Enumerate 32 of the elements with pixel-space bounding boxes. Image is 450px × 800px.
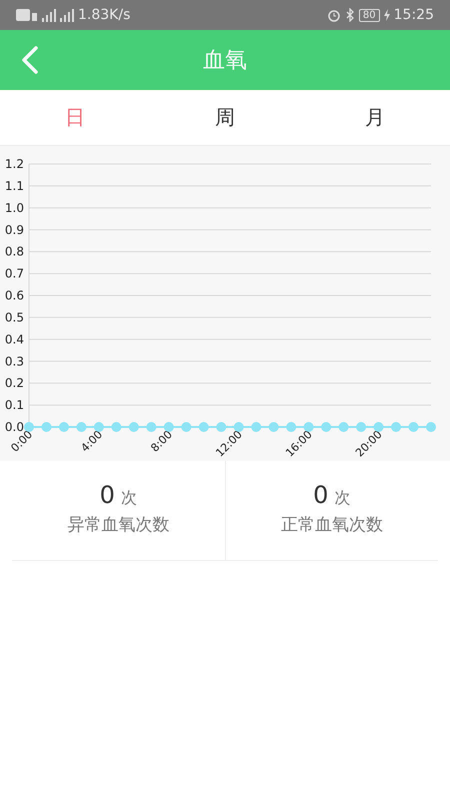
hd-icon <box>16 9 38 21</box>
axis-label: 0.5 <box>4 310 24 324</box>
axis-label: 0.2 <box>4 376 24 390</box>
count-unit: 次 <box>334 488 350 509</box>
alarm-icon <box>326 8 341 22</box>
network-speed: 1.83K/s <box>78 7 130 23</box>
period-tab[interactable]: 周 <box>150 90 300 145</box>
clock-time: 15:25 <box>394 7 434 23</box>
period-tab[interactable]: 月 <box>300 90 450 145</box>
count-value: 0 <box>313 481 328 509</box>
axis-label: 0.0 <box>4 420 24 434</box>
signal-icon <box>60 8 74 22</box>
count-unit: 次 <box>120 488 137 509</box>
count-value: 0 <box>100 481 115 509</box>
axis-label: 0.3 <box>4 354 24 368</box>
stat-label: 正常血氧次数 <box>280 514 383 536</box>
axis-label: 0.6 <box>4 288 24 302</box>
charging-icon <box>384 9 390 21</box>
axis-label: 0.8 <box>4 244 24 259</box>
axis-label: 1.2 <box>4 157 24 171</box>
bluetooth-icon <box>344 8 355 22</box>
axis-label: 1.1 <box>4 178 24 193</box>
axis-label: 0.1 <box>4 398 24 412</box>
battery-level: 80 <box>358 8 380 22</box>
axis-label: 1.0 <box>4 200 24 215</box>
axis-label: 0.7 <box>4 266 24 281</box>
signal-icon <box>42 8 56 22</box>
axis-label: 0.9 <box>4 222 24 237</box>
page-title: 血氧 <box>203 47 247 75</box>
stat-label: 异常血氧次数 <box>67 514 170 536</box>
axis-label: 0.4 <box>4 332 24 346</box>
back-icon <box>20 45 40 75</box>
